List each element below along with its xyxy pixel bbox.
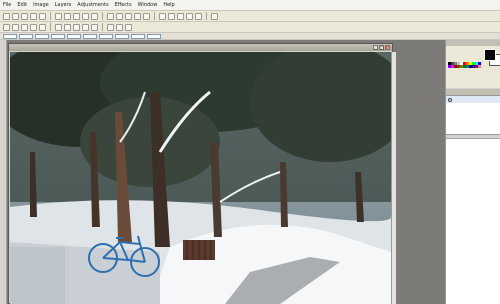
toolbar-separator xyxy=(154,12,155,20)
color-palette xyxy=(448,62,481,68)
tool-option-field[interactable] xyxy=(3,33,17,39)
layer-item[interactable] xyxy=(446,96,500,103)
right-panel xyxy=(445,40,500,304)
maximize-button[interactable]: □ xyxy=(379,45,384,50)
print-icon[interactable] xyxy=(30,12,37,20)
menu-image[interactable]: Image xyxy=(33,2,49,8)
tools-strip xyxy=(0,40,7,304)
fill-icon[interactable] xyxy=(30,23,37,31)
menu-adjustments[interactable]: Adjustments xyxy=(77,2,108,8)
tool-option-field[interactable] xyxy=(51,33,65,39)
copy-icon[interactable] xyxy=(55,12,62,20)
new-icon[interactable] xyxy=(3,12,10,20)
clone-icon[interactable] xyxy=(82,23,89,31)
open-icon[interactable] xyxy=(12,12,19,20)
toolbar-separator xyxy=(206,12,207,20)
grid-icon[interactable] xyxy=(143,12,150,20)
eraser-icon[interactable] xyxy=(21,23,28,31)
image-window-titlebar[interactable]: _ □ × xyxy=(9,44,392,51)
redo-icon[interactable] xyxy=(82,12,89,20)
undo-icon[interactable] xyxy=(73,12,80,20)
zoom-out-icon[interactable] xyxy=(134,12,141,20)
menu-bar: File Edit Image Layers Adjustments Effects Win… xyxy=(0,0,500,11)
image-canvas[interactable] xyxy=(10,52,391,304)
zoom-in-icon[interactable] xyxy=(125,12,132,20)
ruler-icon[interactable] xyxy=(159,12,166,20)
close-button[interactable]: × xyxy=(385,45,390,50)
image-window[interactable]: _ □ × xyxy=(8,43,396,304)
pen-icon[interactable] xyxy=(12,23,19,31)
image-vertical-scrollbar[interactable] xyxy=(391,52,396,304)
tool-options-bar xyxy=(0,33,500,40)
brush-icon[interactable] xyxy=(3,23,10,31)
text-icon[interactable] xyxy=(55,23,62,31)
main-toolbar xyxy=(0,11,500,22)
toolbar-separator xyxy=(50,12,51,20)
crop-icon[interactable] xyxy=(91,12,98,20)
paste-icon[interactable] xyxy=(64,12,71,20)
menu-layers[interactable]: Layers xyxy=(55,2,72,8)
save-icon[interactable] xyxy=(21,12,28,20)
toolbar-separator xyxy=(102,23,103,31)
lasso-icon[interactable] xyxy=(186,12,193,20)
menu-edit[interactable]: Edit xyxy=(17,2,27,8)
rotate-icon[interactable] xyxy=(116,12,123,20)
tool-option-field[interactable] xyxy=(99,33,113,39)
palette-swatch[interactable] xyxy=(478,65,481,68)
cut-icon[interactable] xyxy=(39,12,46,20)
menu-help[interactable]: Help xyxy=(163,2,174,8)
resize-icon[interactable] xyxy=(107,12,114,20)
tool-option-field[interactable] xyxy=(35,33,49,39)
primary-color-swatch[interactable] xyxy=(484,49,496,61)
tool-option-field[interactable] xyxy=(83,33,97,39)
tool-option-field[interactable] xyxy=(131,33,145,39)
zoom-icon[interactable] xyxy=(116,23,123,31)
picker-icon[interactable] xyxy=(107,23,114,31)
tool-option-field[interactable] xyxy=(115,33,129,39)
menu-effects[interactable]: Effects xyxy=(115,2,132,8)
tool-option-field[interactable] xyxy=(147,33,161,39)
tools-toolbar xyxy=(0,22,500,33)
gradient-icon[interactable] xyxy=(39,23,46,31)
layers-panel xyxy=(446,95,500,135)
pointer-icon[interactable] xyxy=(168,12,175,20)
select-icon[interactable] xyxy=(177,12,184,20)
toolbar-separator xyxy=(102,12,103,20)
toolbar-separator xyxy=(50,23,51,31)
menu-window[interactable]: Window xyxy=(138,2,158,8)
photo-snowy-park-bicycle xyxy=(10,52,391,304)
line-icon[interactable] xyxy=(73,23,80,31)
menu-file[interactable]: File xyxy=(3,2,11,8)
colors-panel xyxy=(446,46,500,88)
move-icon[interactable] xyxy=(195,12,202,20)
recolor-icon[interactable] xyxy=(91,23,98,31)
tool-option-field[interactable] xyxy=(19,33,33,39)
minimize-button[interactable]: _ xyxy=(373,45,378,50)
hand-icon[interactable] xyxy=(125,23,132,31)
wand-icon[interactable] xyxy=(211,12,218,20)
tool-option-field[interactable] xyxy=(67,33,81,39)
history-panel xyxy=(446,138,500,304)
shape-icon[interactable] xyxy=(64,23,71,31)
eye-icon[interactable] xyxy=(448,97,452,102)
